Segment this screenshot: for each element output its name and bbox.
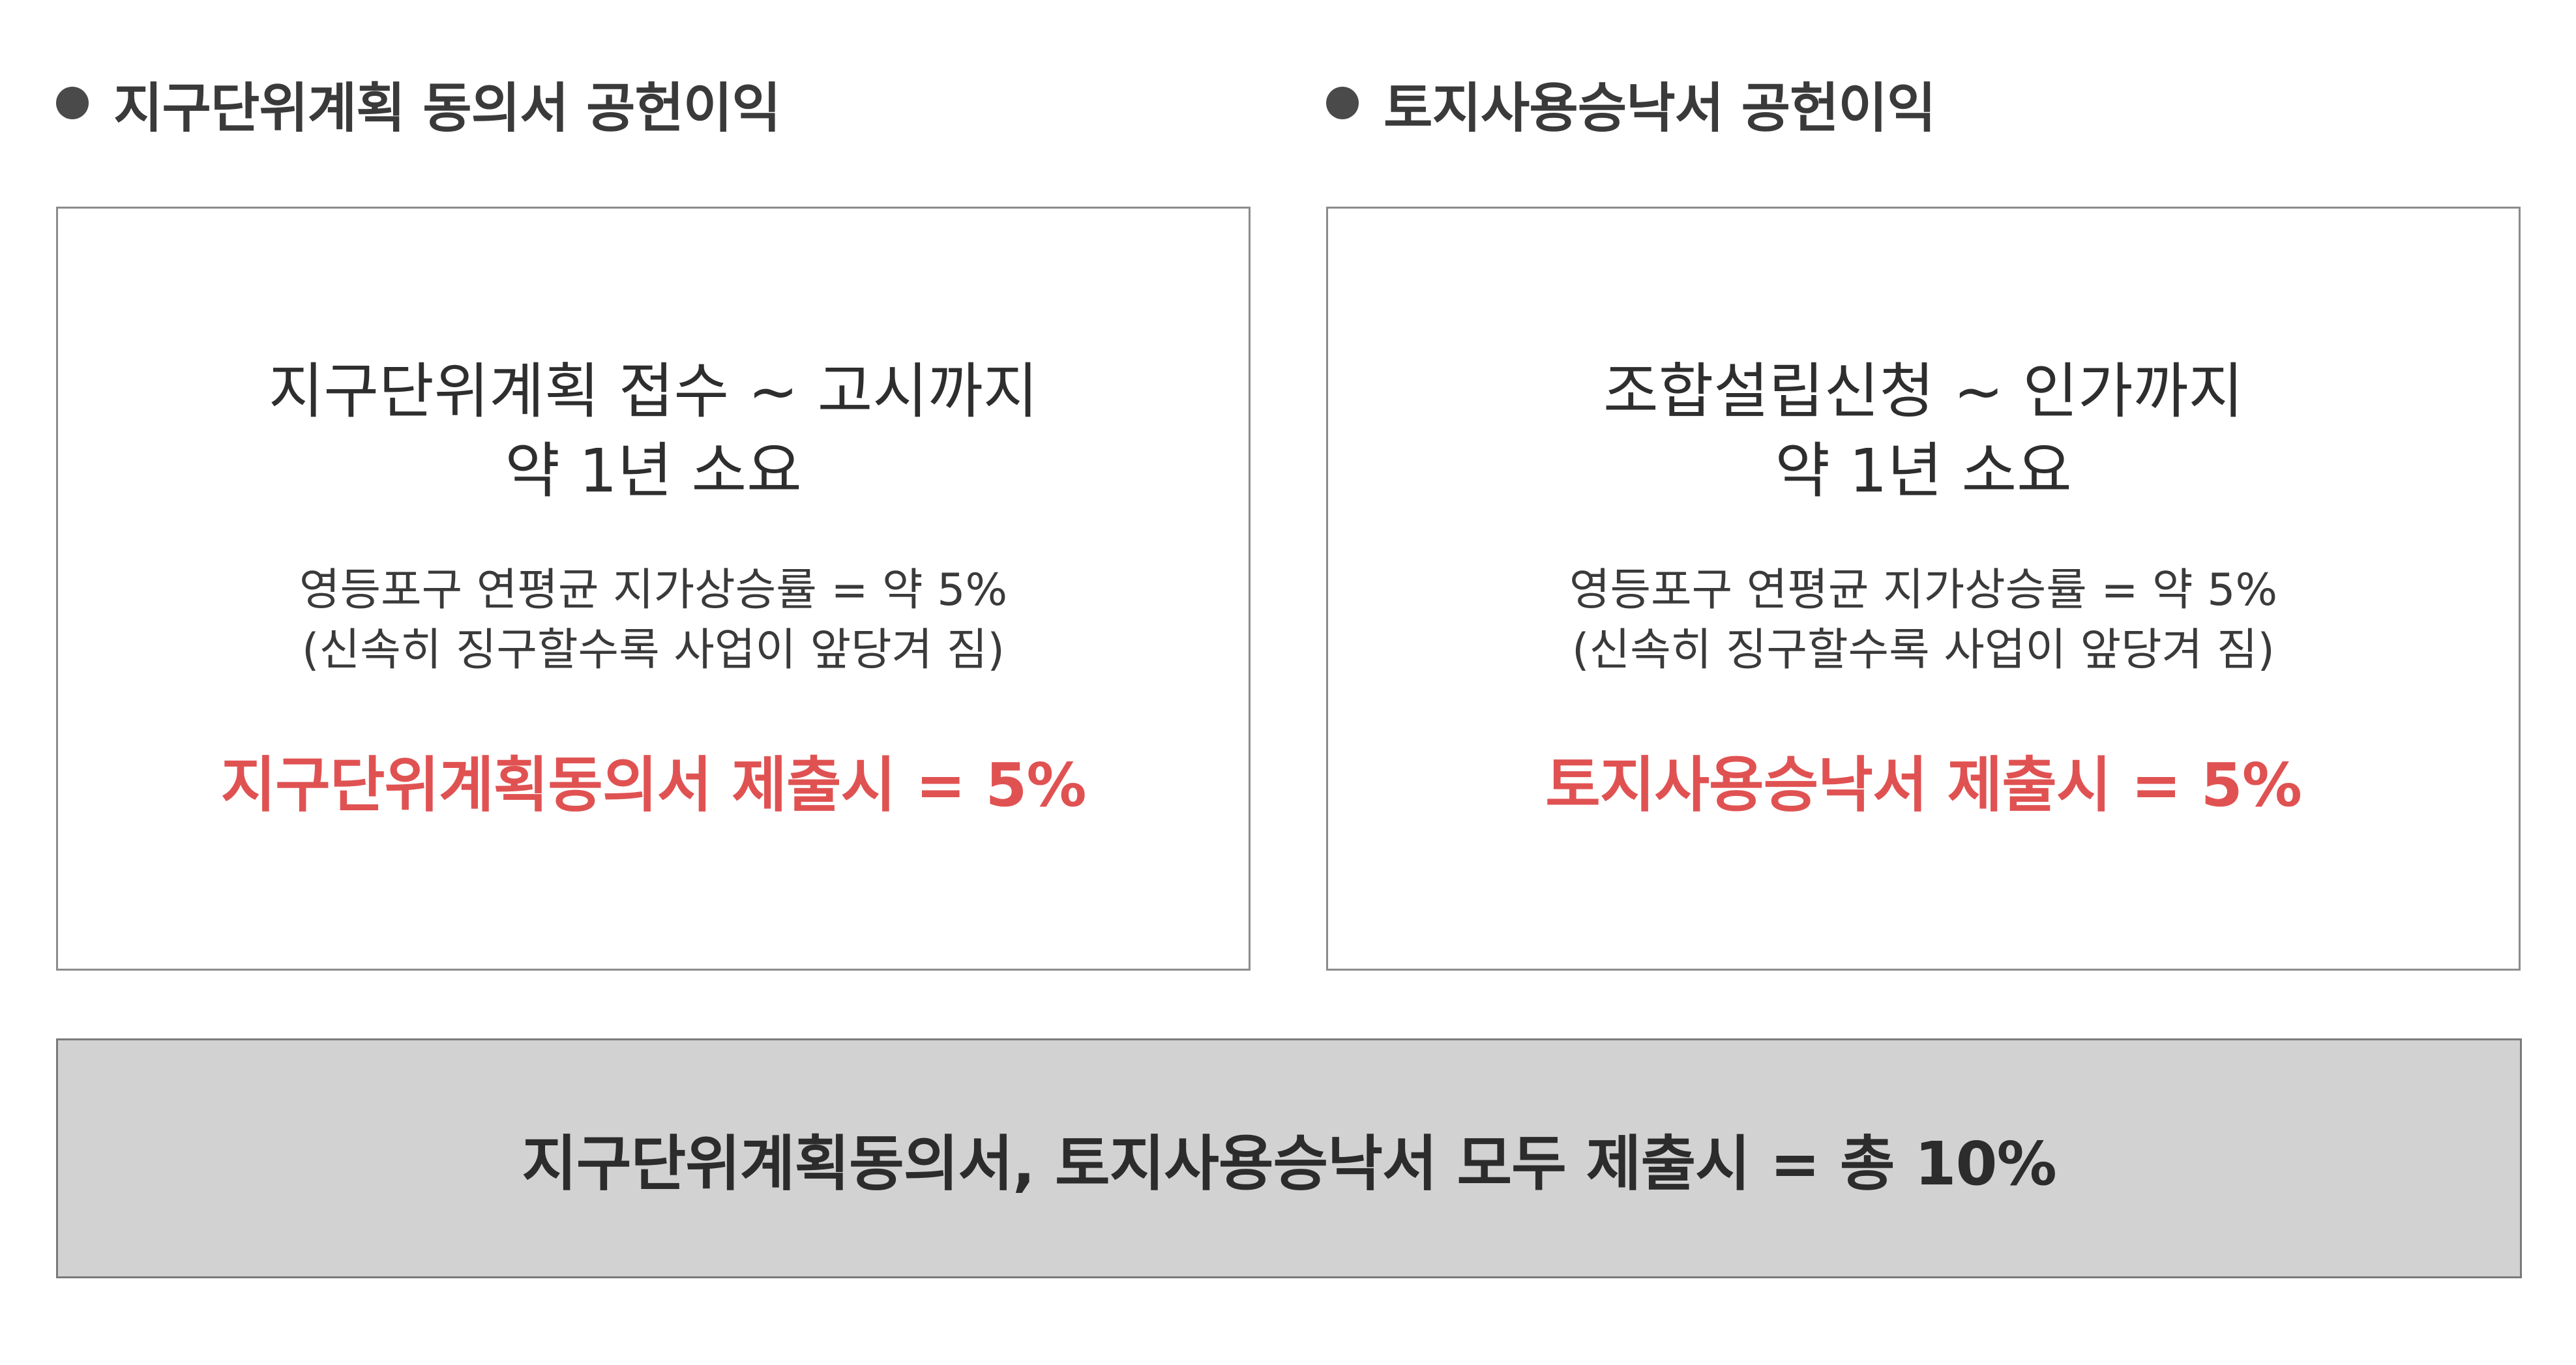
card-title: 조합설립신청 ~ 인가까지 약 1년 소요 <box>1328 352 2519 511</box>
section-heading-land-use: 토지사용승낙서 공헌이익 <box>1326 64 1936 142</box>
card-title-line: 약 1년 소요 <box>1775 436 2072 506</box>
card-title: 지구단위계획 접수 ~ 고시까지 약 1년 소요 <box>58 352 1249 511</box>
card-highlight: 지구단위계획동의서 제출시 = 5% <box>220 750 1086 820</box>
district-plan-card: 지구단위계획 접수 ~ 고시까지 약 1년 소요 영등포구 연평균 지가상승률 … <box>56 207 1251 971</box>
card-highlight: 토지사용승낙서 제출시 = 5% <box>1545 750 2302 820</box>
card-note-line: 영등포구 연평균 지가상승률 = 약 5% <box>1569 565 2278 616</box>
bullet-icon <box>1326 87 1359 119</box>
card-title-line: 지구단위계획 접수 ~ 고시까지 <box>268 357 1039 426</box>
summary-text: 지구단위계획동의서, 토지사용승낙서 모두 제출시 = 총 10% <box>522 1128 2056 1199</box>
card-note-line: 영등포구 연평균 지가상승률 = 약 5% <box>299 565 1008 616</box>
card-note-line: (신속히 징구할수록 사업이 앞당겨 짐) <box>1572 624 2275 676</box>
card-note-line: (신속히 징구할수록 사업이 앞당겨 짐) <box>302 624 1005 676</box>
card-title-line: 조합설립신청 ~ 인가까지 <box>1603 357 2243 426</box>
section-heading-label: 토지사용승낙서 공헌이익 <box>1384 77 1936 139</box>
summary-box: 지구단위계획동의서, 토지사용승낙서 모두 제출시 = 총 10% <box>56 1038 2522 1278</box>
bullet-icon <box>56 87 89 119</box>
section-heading-district-plan: 지구단위계획 동의서 공헌이익 <box>56 64 781 142</box>
section-heading-label: 지구단위계획 동의서 공헌이익 <box>113 77 781 139</box>
card-note: 영등포구 연평균 지가상승률 = 약 5% (신속히 징구할수록 사업이 앞당겨… <box>1328 561 2519 681</box>
land-use-card: 조합설립신청 ~ 인가까지 약 1년 소요 영등포구 연평균 지가상승률 = 약… <box>1326 207 2521 971</box>
card-title-line: 약 1년 소요 <box>505 436 802 506</box>
card-note: 영등포구 연평균 지가상승률 = 약 5% (신속히 징구할수록 사업이 앞당겨… <box>58 561 1249 681</box>
